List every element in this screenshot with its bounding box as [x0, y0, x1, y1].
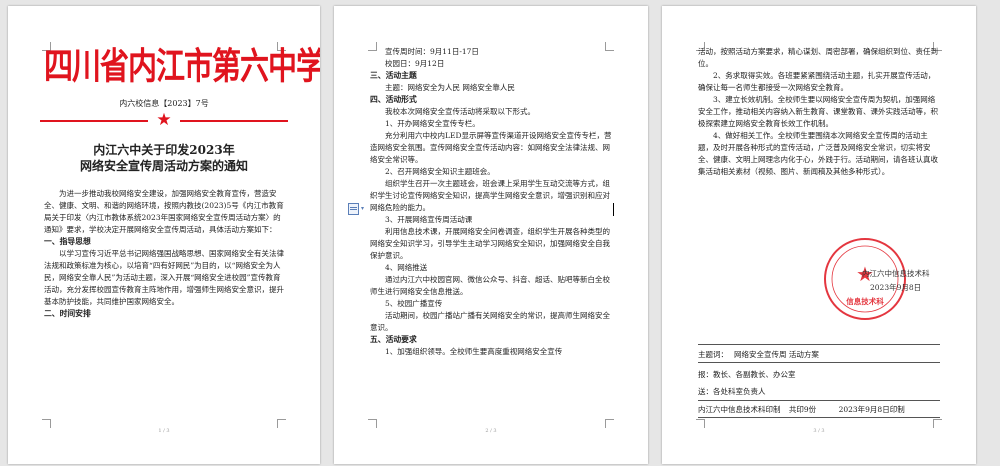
body-paragraph: 充分利用六中校内LED显示屏等宣传渠道开设网络安全宣传专栏，营造网络安全氛围。宣… — [370, 131, 612, 164]
body-paragraph: 我校本次网络安全宣传活动将采取以下形式。 — [385, 107, 535, 116]
divider — [698, 344, 940, 345]
document-page-2: 宣传周时间：9月11日-17日 校园日：9月12日 三、活动主题 主题：网络安全… — [334, 6, 648, 464]
section-heading: 四、活动形式 — [370, 95, 417, 104]
star-icon: ★ — [156, 110, 172, 130]
body-paragraph: 活动，按照活动方案要求，精心谋划、周密部署，确保组织到位、责任到位。 — [698, 47, 938, 68]
page-corner-mark — [368, 419, 377, 428]
text-cursor — [613, 203, 614, 216]
document-red-header: 四川省内江市第六中学文件 — [44, 44, 320, 88]
body-paragraph: 组织学生召开一次主题班会，班会课上采用学生互动交流等方式，组织学生讨论宣传网络安… — [370, 179, 610, 212]
body-paragraph: 1、加强组织领导。全校师生要高度重视网络安全宣传 — [385, 347, 563, 356]
section-heading: 三、活动主题 — [370, 71, 417, 80]
page-number: 3 / 3 — [813, 428, 825, 434]
intro-paragraph: 为进一步推动我校网络安全建设，加强网络安全教育宣传，营造安全、健康、文明、和谐的… — [44, 189, 284, 234]
page-corner-mark — [605, 419, 614, 428]
body-paragraph: 2、务求取得实效。各班要紧紧围绕活动主题，扎实开展宣传活动，确保让每一名师生都接… — [698, 71, 936, 92]
subject-line: 主题词： 网络安全宣传周 活动方案 — [698, 350, 819, 359]
signature-unit: 内江六中信息技术科 — [862, 269, 930, 278]
red-rule-with-star: ★ — [40, 110, 288, 130]
divider — [698, 400, 940, 401]
seal-department: 信息技术科 — [846, 297, 884, 306]
page-corner-mark — [277, 419, 286, 428]
document-page-1: 四川省内江市第六中学文件 内六校信息【2023】7号 ★ 内江六中关于印发202… — [8, 6, 320, 464]
chevron-down-icon[interactable]: ▾ — [361, 206, 364, 212]
body-line: 宣传周时间：9月11日-17日 — [385, 47, 479, 56]
item-title: 4、网络推送 — [385, 263, 428, 272]
body-paragraph: 利用信息技术课，开展网络安全问卷调查，组织学生开展各种类型的网络安全知识学习，引… — [370, 227, 610, 260]
body-paragraph: 3、建立长效机制。全校师生要以网络安全宣传周为契机，加强网络安全工作，推动相关内… — [698, 95, 938, 128]
signature-date: 2023年9月8日 — [870, 283, 922, 292]
body-line: 校园日：9月12日 — [385, 59, 445, 68]
cc-line: 报：教长、各副教长、办公室 — [698, 370, 796, 379]
item-title: 3、开展网络宣传周活动课 — [385, 215, 473, 224]
page-number: 2 / 3 — [485, 428, 497, 434]
document-margin-icon[interactable] — [348, 203, 359, 215]
section-heading: 一、指导思想 — [44, 237, 91, 246]
body-paragraph: 以学习宣传习近平总书记网络强国战略思想、国家网络安全有关法律法规和政策标准为核心… — [44, 249, 284, 306]
page-corner-mark — [42, 419, 51, 428]
body-paragraph: 通过内江六中校园官网、微信公众号、抖音、超话、贴吧等新白全校师生进行网络安全信息… — [370, 275, 610, 296]
document-number: 内六校信息【2023】7号 — [119, 99, 209, 108]
section-heading: 五、活动要求 — [370, 335, 417, 344]
notice-title: 内江六中关于印发2023年 网络安全宣传周活动方案的通知 — [79, 143, 248, 173]
page-number: 1 / 3 — [158, 428, 170, 434]
send-line: 送：各处科室负责人 — [698, 387, 766, 396]
body-line: 主题：网络安全为人民 网络安全靠人民 — [385, 83, 515, 92]
item-title: 1、开办网络安全宣传专栏。 — [385, 119, 480, 128]
body-paragraph: 4、做好相关工作。全校师生要围绕本次网络安全宣传周的活动主题，及时开展各种形式的… — [698, 131, 938, 176]
body-paragraph: 活动期间，校园广播站广播有关网络安全的常识，提高师生网络安全意识。 — [370, 311, 610, 332]
section-heading: 二、时间安排 — [44, 309, 91, 318]
item-title: 5、校园广播宣传 — [385, 299, 443, 308]
print-line: 内江六中信息技术科印制 共印9份 2023年9月8日印制 — [698, 405, 905, 414]
divider — [698, 362, 940, 363]
document-page-3: 活动，按照活动方案要求，精心谋划、周密部署，确保组织到位、责任到位。 2、务求取… — [662, 6, 976, 464]
page-corner-mark — [696, 419, 705, 428]
divider — [698, 417, 940, 418]
item-title: 2、召开网络安全知识主题班会。 — [385, 167, 495, 176]
page-corner-mark — [933, 419, 942, 428]
